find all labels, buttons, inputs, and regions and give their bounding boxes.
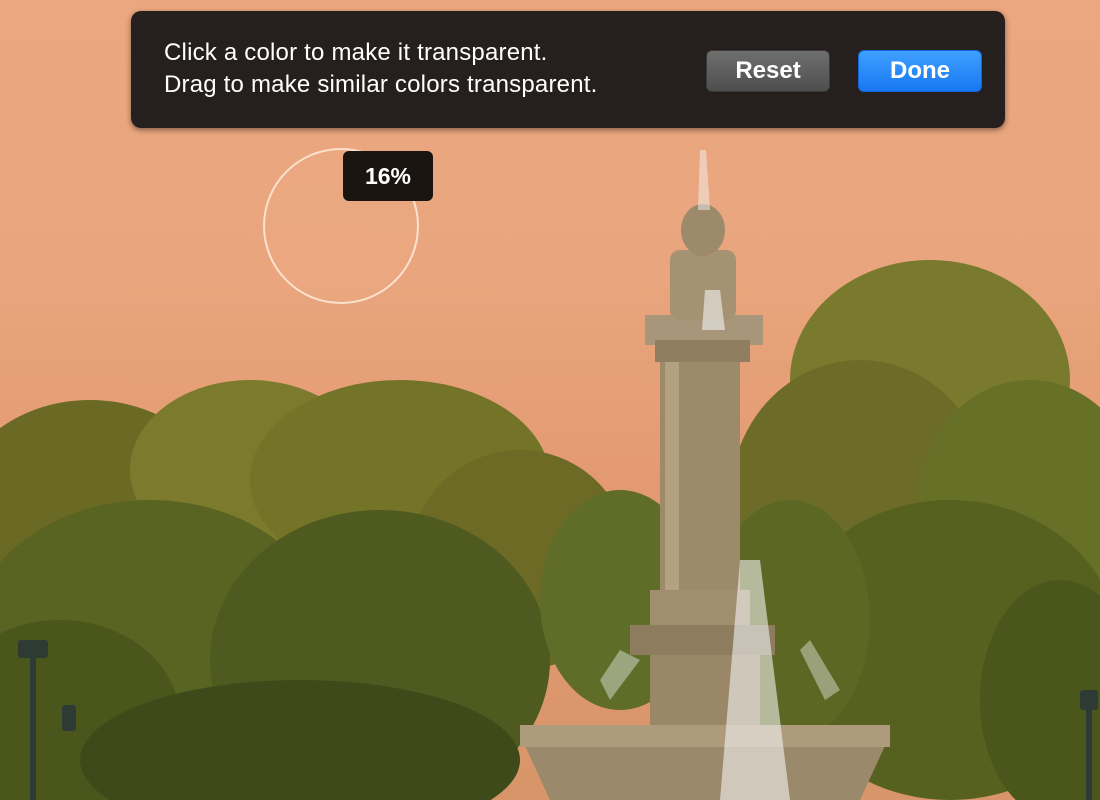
fountain-basin <box>520 725 890 800</box>
tolerance-percentage-badge: 16% <box>343 151 433 201</box>
instant-alpha-hud: Click a color to make it transparent. Dr… <box>131 11 1005 128</box>
done-button-label: Done <box>890 57 950 84</box>
instruction-line-2: Drag to make similar colors transparent. <box>164 71 598 98</box>
instruction-line-1: Click a color to make it transparent. <box>164 39 548 66</box>
instructions-text: Click a color to make it transparent. Dr… <box>164 37 597 101</box>
done-button[interactable]: Done <box>858 50 982 92</box>
reset-button-label: Reset <box>735 57 801 84</box>
tolerance-percentage-label: 16% <box>364 162 412 189</box>
reset-button[interactable]: Reset <box>706 50 830 92</box>
